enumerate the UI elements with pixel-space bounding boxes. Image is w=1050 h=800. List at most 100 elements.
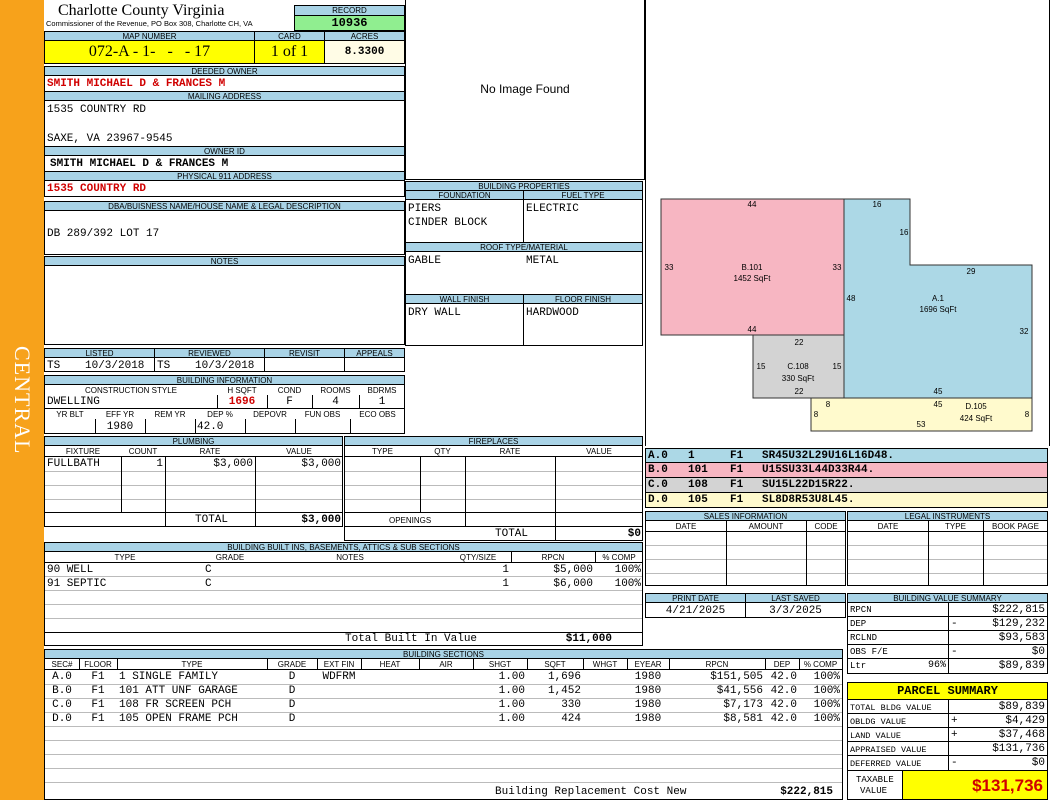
- col-bi-notes: NOTES: [336, 553, 364, 562]
- col-fp-rate: RATE: [499, 447, 521, 456]
- legend-code: 1: [688, 450, 695, 462]
- sales-table: DATE AMOUNT CODE: [645, 520, 846, 586]
- foundation-2: CINDER BLOCK: [408, 217, 488, 229]
- section-cell: $151,505: [710, 671, 763, 683]
- legend-path: SU15L22D15R22.: [762, 479, 855, 491]
- plumbing-total: $3,000: [301, 514, 341, 526]
- parcel-summary-title: PARCEL SUMMARY: [847, 682, 1048, 700]
- owner-id: SMITH MICHAEL D & FRANCES M: [50, 158, 229, 170]
- value-summary-label: OBS F/E: [850, 647, 888, 657]
- sketch-dim: 16: [900, 228, 909, 237]
- map-number: 072-A - 1- - - 17: [44, 40, 255, 64]
- sketch-dim: 8: [1025, 410, 1030, 419]
- section-cell: 100%: [813, 699, 840, 711]
- section-cell: 100%: [813, 685, 840, 697]
- sections-col-header: WHGT: [592, 660, 618, 669]
- sections-row-divider: [45, 740, 842, 741]
- dates-row: TS 10/3/2018 TS 10/3/2018: [44, 357, 405, 372]
- section-cell: 1,696: [547, 671, 581, 683]
- value-summary-table: RPCN $222,815 DEP - $129,232 RCLND $93,583 OBS …: [847, 602, 1048, 674]
- fireplaces-table: TYPE QTY RATE VALUE OPENINGS TOTAL $0: [344, 445, 643, 541]
- value-summary-value: $0: [1031, 646, 1045, 658]
- foundation-box: PIERS CINDER BLOCK: [405, 199, 524, 243]
- sections-row-divider: [45, 698, 842, 699]
- legend-row: D.0 105 F1 SL8D8R53U8L45.: [645, 493, 1048, 508]
- builtin-type: 91 SEPTIC: [47, 578, 107, 590]
- sketch-dim: 33: [665, 263, 674, 272]
- legend-floor: F1: [730, 479, 744, 491]
- hsqft: 1696: [228, 396, 256, 408]
- section-cell: B.0: [52, 685, 72, 697]
- construction-style: DWELLING: [47, 396, 100, 408]
- sections-col-divider: [473, 659, 474, 669]
- value-summary-value: $93,583: [998, 632, 1045, 644]
- value-summary-value: $129,232: [992, 618, 1045, 630]
- legend-row: A.0 1 F1 SR45U32L29U16L16D48.: [645, 448, 1048, 463]
- mailing-address-box: 1535 COUNTRY RD SAXE, VA 23967-9545: [44, 100, 405, 147]
- sketch-dim: 45: [934, 387, 943, 396]
- builtin-total: $11,000: [565, 633, 612, 645]
- building-info-box: CONSTRUCTION STYLE H SQFT COND ROOMS BDR…: [44, 384, 405, 434]
- section-cell: D.0: [52, 713, 72, 725]
- sections-col-divider: [267, 659, 268, 669]
- photo-placeholder: No Image Found: [480, 82, 570, 96]
- col-fp-type: TYPE: [372, 447, 393, 456]
- plumbing-total-label: TOTAL: [195, 514, 229, 526]
- legal-desc-box: DB 289/392 LOT 17: [44, 210, 405, 255]
- col-yr-blt: YR BLT: [56, 410, 84, 419]
- sections-col-header: GRADE: [277, 660, 307, 669]
- legend-code: 108: [688, 479, 708, 491]
- sections-col-divider: [583, 659, 584, 669]
- print-date-box: 4/21/2025: [645, 602, 746, 618]
- sections-row-divider: [45, 684, 842, 685]
- section-cell: 1980: [634, 713, 662, 725]
- col-bi-rpcn: RPCN: [541, 553, 565, 562]
- parcel-summary-value: $0: [1031, 757, 1045, 769]
- sketch-dim: 29: [967, 267, 976, 276]
- eff-yr: 1980: [106, 421, 134, 433]
- col-eco-obs: ECO OBS: [359, 410, 396, 419]
- sections-col-header: % COMP: [803, 660, 838, 669]
- section-cell: 1980: [634, 671, 662, 683]
- wall-finish: DRY WALL: [408, 307, 461, 319]
- col-li-type: TYPE: [945, 522, 966, 531]
- builtin-comp: 100%: [614, 578, 641, 590]
- parcel-summary-table: TOTAL BLDG VALUE $89,839 OBLDG VALUE + $4,42…: [847, 699, 1048, 771]
- builtin-type: 90 WELL: [47, 564, 94, 576]
- sketch-d-sqft: 424 SqFt: [960, 414, 993, 423]
- cond: F: [286, 396, 293, 408]
- sections-row-divider: [45, 782, 842, 783]
- section-cell: 42.0: [770, 685, 797, 697]
- legend-path: U15SU33L44D33R44.: [762, 464, 875, 476]
- legend-floor: F1: [730, 450, 744, 462]
- parcel-summary-value: $37,468: [998, 729, 1045, 741]
- section-cell: F1: [91, 699, 105, 711]
- sections-col-divider: [765, 659, 766, 669]
- col-bi-type: TYPE: [114, 553, 136, 562]
- sketch-legend: A.0 1 F1 SR45U32L29U16L16D48. B.0 101 F1 U15SU3…: [645, 448, 1048, 508]
- value-summary-label: DEP: [850, 619, 867, 629]
- sections-col-divider: [317, 659, 318, 669]
- col-count: COUNT: [128, 447, 158, 456]
- section-cell: 1.00: [498, 685, 525, 697]
- plumbing-value: $3,000: [301, 458, 341, 470]
- legal-desc: DB 289/392 LOT 17: [47, 228, 160, 240]
- sketch-dim: 22: [795, 338, 804, 347]
- print-date: 4/21/2025: [665, 605, 726, 617]
- sketch-area: B.101 1452 SqFt A.1 1696 SqFt C.108 330 …: [645, 0, 1050, 446]
- value-summary-percent: 96%: [927, 660, 946, 671]
- sections-total: $222,815: [780, 786, 833, 798]
- bdrms: 1: [378, 396, 386, 408]
- section-cell: 1.00: [498, 713, 525, 725]
- sketch-dim: 8: [814, 410, 819, 419]
- sketch-dim: 53: [917, 420, 926, 429]
- sections-col-divider: [627, 659, 628, 669]
- sections-header-divider: [45, 669, 842, 670]
- legend-floor: F1: [730, 494, 744, 506]
- col-rooms: ROOMS: [320, 386, 351, 395]
- section-cell: $8,581: [723, 713, 763, 725]
- fuel-type-box: ELECTRIC: [523, 199, 643, 243]
- mailing-line-2: SAXE, VA 23967-9545: [47, 133, 173, 145]
- section-cell: 42.0: [770, 713, 797, 725]
- last-saved-box: 3/3/2025: [745, 602, 846, 618]
